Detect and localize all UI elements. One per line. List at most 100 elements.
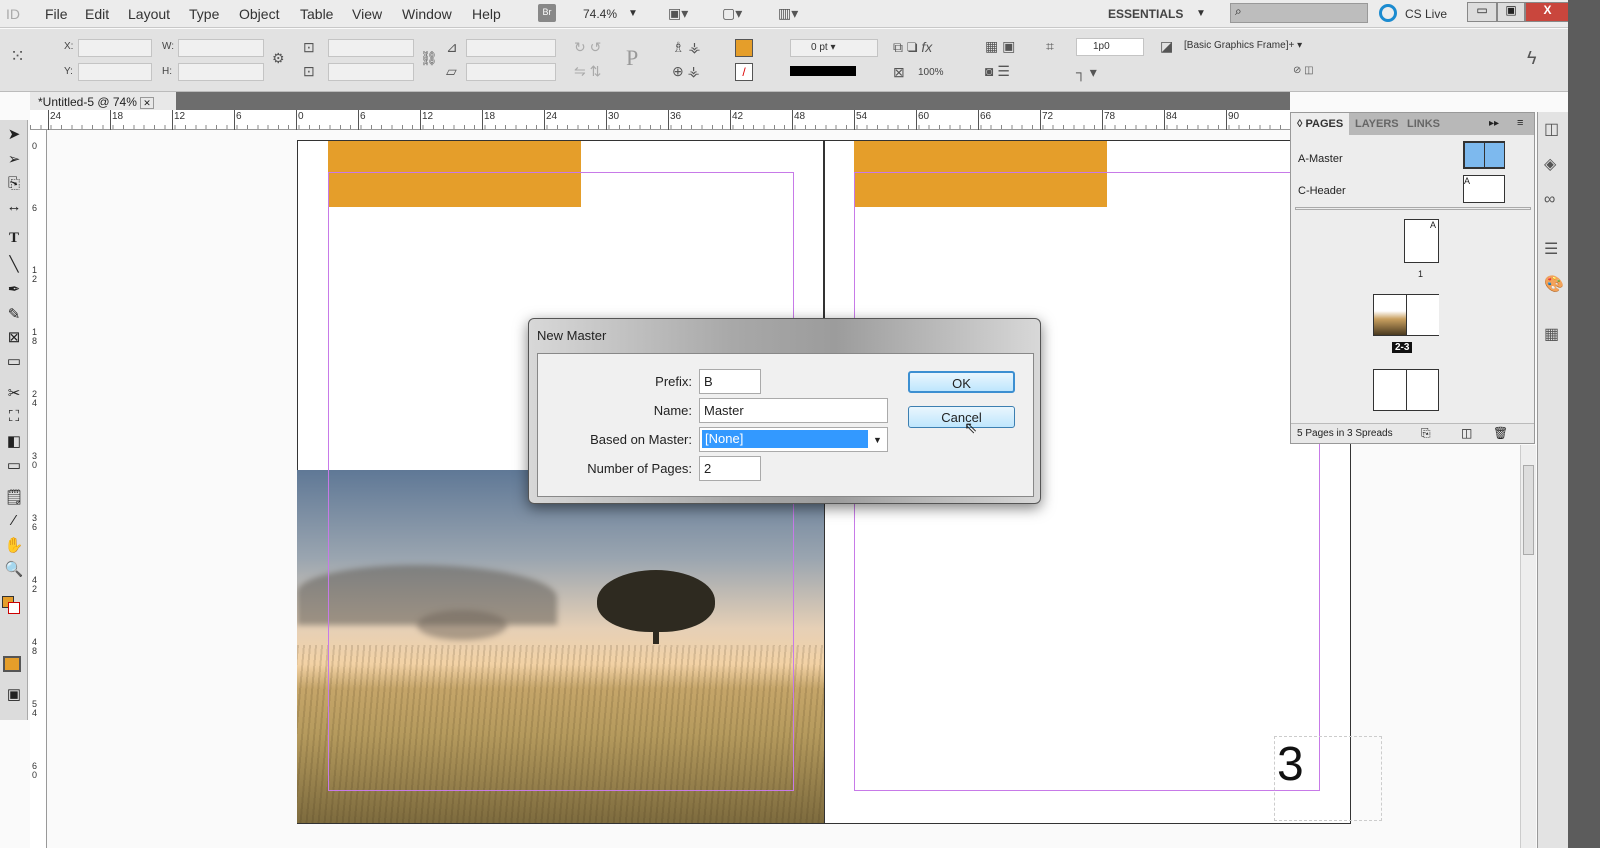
workspace-switcher[interactable]: ESSENTIALS — [1108, 7, 1183, 21]
swatches-panel-icon[interactable]: 🎨 — [1544, 277, 1564, 293]
collapse-panel-icon[interactable]: ▸▸ — [1489, 118, 1499, 129]
gap-tool-icon[interactable]: ↔ — [3, 198, 25, 218]
link-icon[interactable]: ⛓ — [420, 51, 438, 65]
eyedropper-icon[interactable]: ⁄ — [3, 512, 25, 532]
menu-view[interactable]: View — [352, 6, 382, 22]
menu-window[interactable]: Window — [402, 6, 452, 22]
object-style-dropdown[interactable]: [Basic Graphics Frame]+ ▾ — [1180, 38, 1340, 56]
pages-panel-icon[interactable]: ◫ — [1544, 122, 1559, 138]
ok-button[interactable]: OK — [908, 371, 1015, 393]
pen-tool-icon[interactable]: ✒ — [3, 280, 25, 300]
scale-y-field[interactable] — [328, 63, 414, 81]
close-tab-icon[interactable]: ✕ — [140, 97, 154, 109]
screen-mode-icon[interactable]: ▣ — [3, 685, 25, 705]
y-field[interactable] — [78, 63, 152, 81]
stroke-swatch[interactable]: / — [735, 63, 753, 81]
horizontal-ruler[interactable]: 24 18 12 6 0 6 12 18 24 30 36 42 48 54 60 66 72 78 84 90 — [30, 110, 1290, 130]
flip-icon[interactable]: ⇋ ⇅ — [574, 64, 601, 78]
chevron-down-icon[interactable]: ▼ — [628, 8, 638, 19]
tab-layers[interactable]: LAYERS — [1349, 113, 1405, 135]
type-tool-icon[interactable]: T — [3, 230, 25, 250]
table-panel-icon[interactable]: ▦ — [1544, 327, 1559, 343]
stroke-type-dropdown[interactable] — [790, 66, 856, 76]
arrange-documents-icon[interactable]: ▥▾ — [778, 6, 798, 20]
rectangle-tool-icon[interactable]: ▭ — [3, 352, 25, 372]
stroke-panel-icon[interactable]: ☰ — [1544, 242, 1558, 258]
effects-icons[interactable]: ⧉ ❑ fx — [893, 40, 932, 54]
screen-mode-icon[interactable]: ▢▾ — [722, 6, 742, 20]
stroke-weight-field[interactable]: 0 pt ▾ — [790, 39, 878, 57]
spacing-field[interactable]: 1p0 — [1076, 38, 1144, 56]
menu-file[interactable]: File — [45, 6, 68, 22]
menu-object[interactable]: Object — [239, 6, 279, 22]
page-tool-icon[interactable]: ⎘ — [3, 175, 25, 195]
menu-edit[interactable]: Edit — [85, 6, 109, 22]
search-input[interactable]: ⌕ — [1230, 3, 1368, 23]
close-button[interactable]: X — [1525, 2, 1570, 22]
page-number-frame[interactable]: 3 — [1274, 736, 1382, 821]
formatting-container-icon[interactable] — [3, 656, 21, 672]
constrain-proportions-icon[interactable]: ⚙ — [272, 51, 285, 65]
vertical-scrollbar[interactable] — [1520, 445, 1536, 848]
panel-menu-icon[interactable]: ≡ — [1517, 117, 1523, 129]
master-c[interactable]: C-Header — [1298, 185, 1346, 197]
tab-links[interactable]: LINKS — [1401, 113, 1446, 135]
spread-2-3-thumbnail[interactable] — [1373, 294, 1439, 336]
master-c-thumbnail[interactable]: A — [1463, 175, 1505, 203]
menu-table[interactable]: Table — [300, 6, 333, 22]
vertical-ruler[interactable]: 0 6 1 2 1 8 2 4 3 0 3 6 4 2 4 8 5 4 6 0 — [30, 130, 47, 848]
bridge-button[interactable]: Br — [538, 4, 556, 22]
trash-icon[interactable]: 🗑 — [1493, 426, 1508, 440]
page-size-icon[interactable]: ⎘ — [1421, 426, 1431, 441]
menu-layout[interactable]: Layout — [128, 6, 170, 22]
line-tool-icon[interactable]: ╲ — [3, 255, 25, 275]
pencil-tool-icon[interactable]: ✎ — [3, 305, 25, 325]
master-a-thumbnail[interactable] — [1463, 141, 1505, 169]
direct-selection-icon[interactable]: ➢ — [3, 150, 25, 170]
gradient-feather-icon[interactable]: ▭ — [3, 456, 25, 476]
zoom-tool-icon[interactable]: 🔍 — [3, 560, 25, 580]
master-a[interactable]: A-Master — [1298, 153, 1343, 165]
align-icons[interactable]: ◙ ☰ — [985, 64, 1010, 78]
cancel-button[interactable]: Cancel — [908, 406, 1015, 428]
layers-panel-icon[interactable]: ◈ — [1544, 157, 1556, 173]
maximize-button[interactable]: ▣ — [1497, 2, 1525, 22]
spread-4-5-thumbnail[interactable] — [1373, 369, 1439, 411]
lightning-icon[interactable]: ϟ — [1527, 49, 1537, 67]
zoom-level-dropdown[interactable]: 74.4% — [583, 7, 617, 21]
free-transform-icon[interactable]: ⛶ — [3, 408, 25, 428]
page-1-thumbnail[interactable]: A — [1404, 219, 1439, 263]
view-options-icon[interactable]: ▣▾ — [668, 6, 688, 20]
height-field[interactable] — [178, 63, 264, 81]
scale-x-field[interactable] — [328, 39, 414, 57]
note-tool-icon[interactable]: 🗒 — [3, 488, 25, 508]
opacity-value[interactable]: 100% — [918, 67, 944, 78]
rectangle-frame-icon[interactable]: ⊠ — [3, 328, 25, 348]
document-tab[interactable]: *Untitled-5 @ 74% ✕ — [30, 92, 176, 112]
prefix-input[interactable]: B — [699, 369, 761, 394]
based-on-master-select[interactable]: [None] ▼ — [699, 427, 888, 452]
frame-fitting-icon[interactable]: ⌗ — [1046, 39, 1054, 53]
minimize-button[interactable]: ▭ — [1467, 2, 1497, 22]
rotate-icon[interactable]: ↻ ↺ — [574, 40, 601, 54]
x-field[interactable] — [78, 39, 152, 57]
reference-point-icon[interactable]: ⁙ — [10, 47, 25, 65]
hand-tool-icon[interactable]: ✋ — [3, 536, 25, 556]
clear-overrides-icon[interactable]: ⊘ ◫ — [1293, 66, 1314, 76]
new-page-icon[interactable]: ◫ — [1461, 426, 1472, 440]
text-wrap-icons[interactable]: ▦ ▣ — [985, 39, 1015, 53]
menu-type[interactable]: Type — [189, 6, 219, 22]
scissors-icon[interactable]: ✂ — [3, 384, 25, 404]
selection-tool-icon[interactable]: ➤ — [3, 125, 25, 145]
links-panel-icon[interactable]: ∞ — [1544, 192, 1555, 208]
tab-pages[interactable]: ◊ PAGES — [1291, 113, 1350, 135]
select-content-icon[interactable]: ⊕ ⚶ — [672, 64, 700, 78]
cs-live-button[interactable]: CS Live — [1405, 7, 1447, 21]
rotation-field[interactable] — [466, 39, 556, 57]
corner-options-icon[interactable]: ┐ ▾ — [1076, 65, 1097, 79]
shear-field[interactable] — [466, 63, 556, 81]
menu-help[interactable]: Help — [472, 6, 501, 22]
number-of-pages-input[interactable]: 2 — [699, 456, 761, 481]
gradient-swatch-icon[interactable]: ◧ — [3, 432, 25, 452]
width-field[interactable] — [178, 39, 264, 57]
